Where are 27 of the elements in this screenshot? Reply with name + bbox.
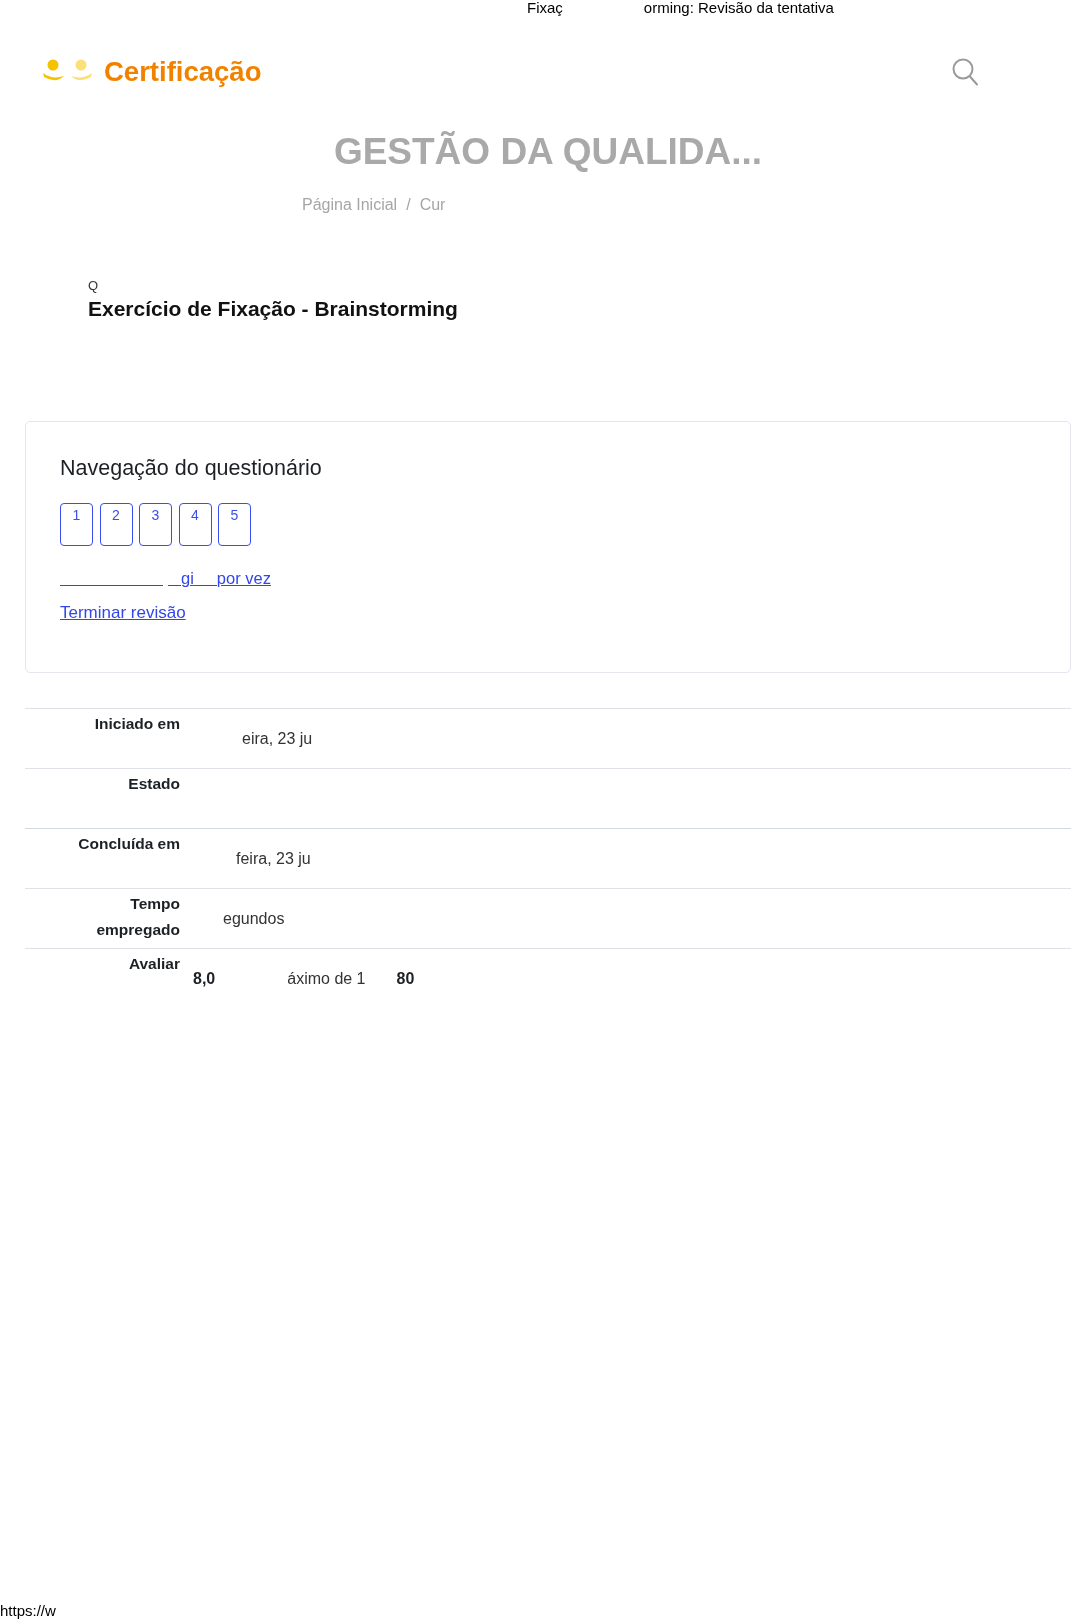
field-label: Estado: [128, 775, 180, 792]
field-value: egundos: [223, 908, 285, 929]
finish-link[interactable]: Terminar revisão: [60, 602, 186, 624]
print-footer-text: https://w: [0, 1603, 56, 1621]
field-value: 80: [396, 968, 415, 989]
print-header-text: Fixaç: [527, 0, 563, 16]
question-button[interactable]: 3: [139, 503, 172, 546]
field-label: Iniciado em: [94, 715, 180, 732]
card-title: Navegação do questionário: [60, 455, 322, 481]
question-button[interactable]: 4: [178, 503, 212, 546]
course-title: GESTÃO DA QUALIDA...: [332, 130, 763, 174]
field-value: eira, 23 ju: [242, 728, 313, 749]
field-label: Tempo empregado: [96, 895, 180, 938]
page-link[interactable]: gi por vez: [60, 567, 271, 589]
search-icon[interactable]: [952, 58, 978, 86]
question-button[interactable]: 2: [99, 503, 133, 546]
quiz-prefix-text: Q: [88, 278, 99, 294]
field-value: feira, 23 ju: [236, 848, 311, 869]
question-button[interactable]: 1: [60, 503, 93, 546]
print-header-text: orming: Revisão da tentativa: [643, 0, 834, 16]
question-button[interactable]: 5: [218, 503, 251, 546]
breadcrumb-separator: /: [406, 195, 411, 215]
field-value: 8,0: [193, 968, 216, 989]
page-heading: Exercício de Fixação - Brainstorming: [88, 296, 458, 322]
field-label: Concluída em: [78, 835, 180, 852]
field-label: Avaliar: [128, 955, 180, 972]
field-value: áximo de 1: [287, 968, 366, 989]
